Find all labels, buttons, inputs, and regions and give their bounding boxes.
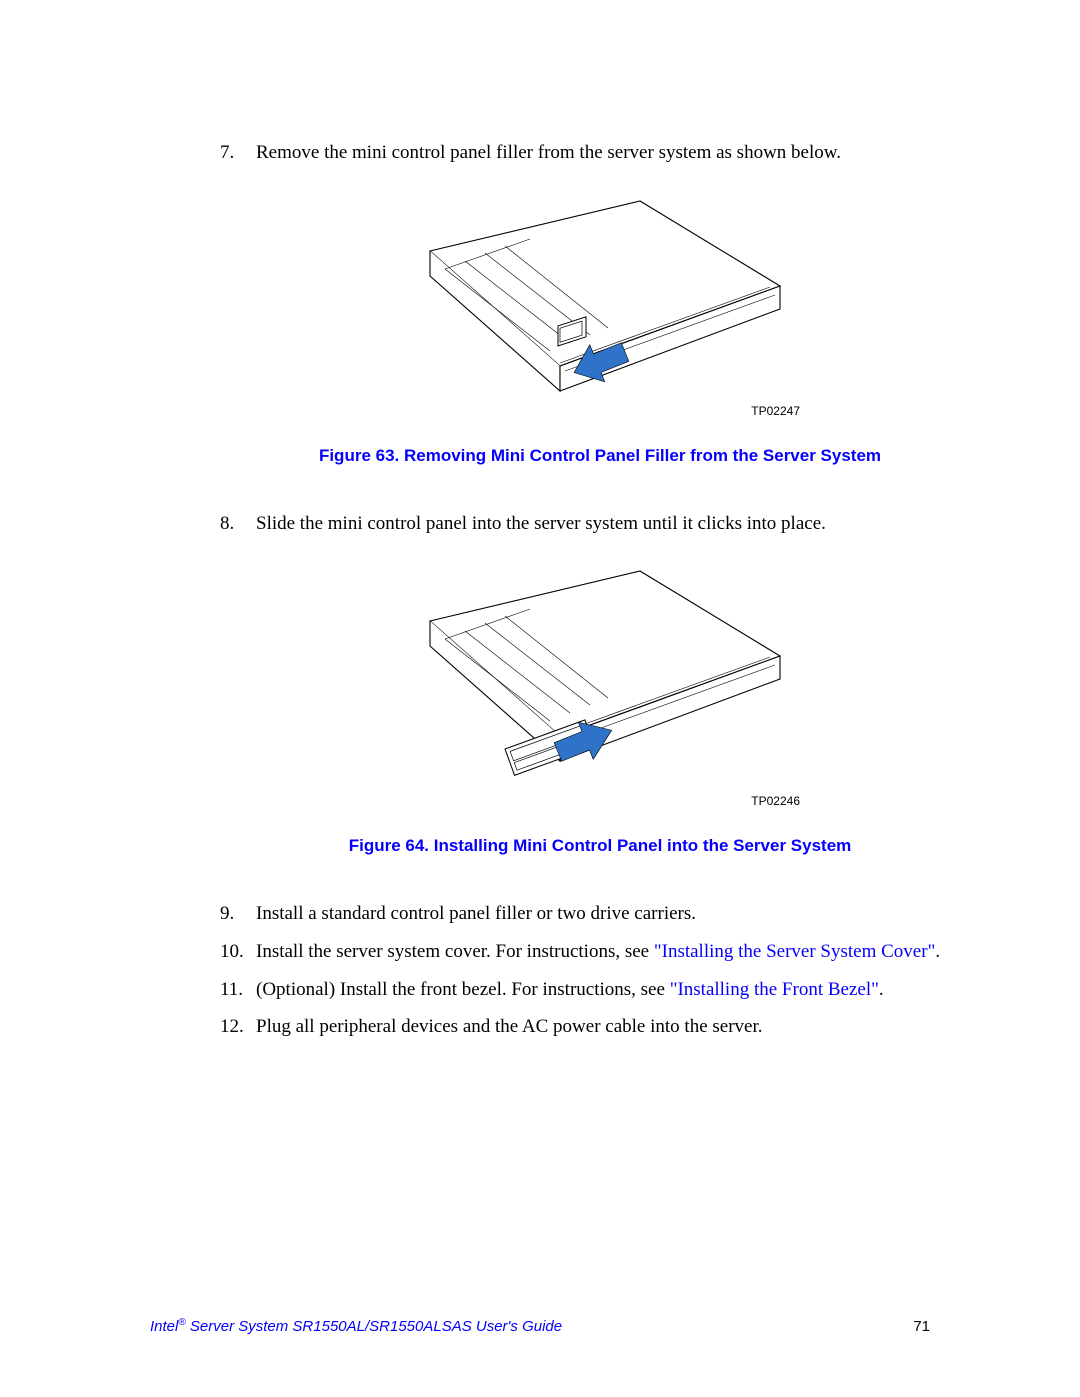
step-number: 7. <box>220 140 256 166</box>
figure-64-image: TP02246 <box>410 561 790 806</box>
step-text: (Optional) Install the front bezel. For … <box>256 977 884 1003</box>
footer-brand: Intel <box>150 1318 178 1335</box>
step-text: Slide the mini control panel into the se… <box>256 511 826 537</box>
server-illustration-icon <box>410 191 790 416</box>
step-text-suffix: . <box>935 941 940 962</box>
step-10: 10. Install the server system cover. For… <box>220 939 980 965</box>
step-number: 11. <box>220 977 256 1003</box>
step-12: 12. Plug all peripheral devices and the … <box>220 1014 980 1040</box>
step-text-prefix: Install the server system cover. For ins… <box>256 941 654 962</box>
step-text-prefix: (Optional) Install the front bezel. For … <box>256 979 670 1000</box>
step-text: Plug all peripheral devices and the AC p… <box>256 1014 763 1040</box>
step-text: Remove the mini control panel filler fro… <box>256 140 841 166</box>
figure-63-image: TP02247 <box>410 191 790 416</box>
step-number: 10. <box>220 939 256 965</box>
page-footer: Intel® Server System SR1550AL/SR1550ALSA… <box>150 1317 930 1335</box>
step-text-suffix: . <box>879 979 884 1000</box>
figure-64-caption: Figure 64. Installing Mini Control Panel… <box>220 836 980 856</box>
step-text: Install a standard control panel filler … <box>256 901 696 927</box>
step-7: 7. Remove the mini control panel filler … <box>220 140 980 166</box>
step-11: 11. (Optional) Install the front bezel. … <box>220 977 980 1003</box>
figure-tp-label: TP02247 <box>751 404 800 418</box>
step-8: 8. Slide the mini control panel into the… <box>220 511 980 537</box>
server-illustration-icon <box>410 561 790 806</box>
page-content: 7. Remove the mini control panel filler … <box>220 140 980 1040</box>
step-number: 8. <box>220 511 256 537</box>
link-install-cover[interactable]: "Installing the Server System Cover" <box>654 941 935 962</box>
step-9: 9. Install a standard control panel fill… <box>220 901 980 927</box>
figure-63-caption: Figure 63. Removing Mini Control Panel F… <box>220 446 980 466</box>
footer-product: Server System SR1550AL/SR1550ALSAS User'… <box>186 1318 562 1335</box>
instruction-list: 8. Slide the mini control panel into the… <box>220 511 980 537</box>
instruction-list: 9. Install a standard control panel fill… <box>220 901 980 1040</box>
step-number: 12. <box>220 1014 256 1040</box>
link-install-bezel[interactable]: "Installing the Front Bezel" <box>670 979 879 1000</box>
step-number: 9. <box>220 901 256 927</box>
step-text: Install the server system cover. For ins… <box>256 939 940 965</box>
figure-tp-label: TP02246 <box>751 794 800 808</box>
page-number: 71 <box>913 1318 930 1335</box>
footer-title: Intel® Server System SR1550AL/SR1550ALSA… <box>150 1317 562 1335</box>
instruction-list: 7. Remove the mini control panel filler … <box>220 140 980 166</box>
registered-icon: ® <box>178 1317 185 1328</box>
